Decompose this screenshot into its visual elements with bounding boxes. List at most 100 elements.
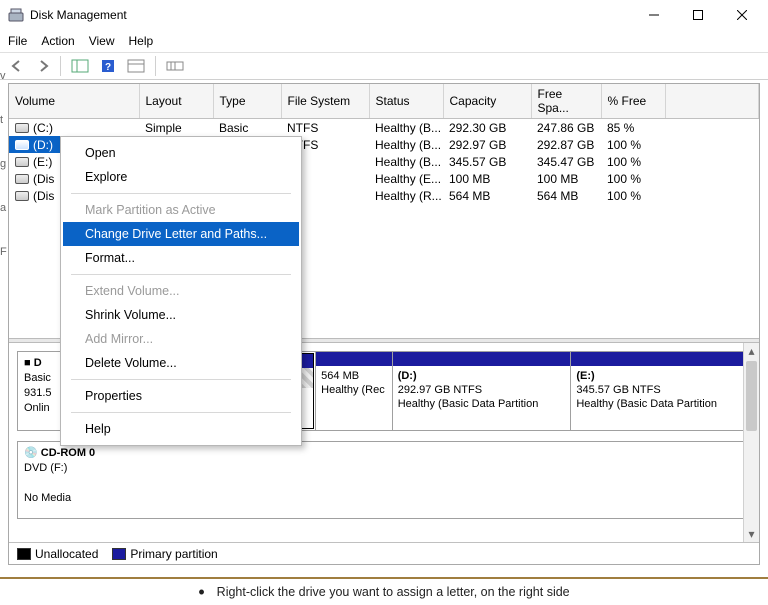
col-filesystem[interactable]: File System	[281, 84, 369, 119]
col-capacity[interactable]: Capacity	[443, 84, 531, 119]
cell-capacity: 345.57 GB	[443, 153, 531, 170]
volume-name: (E:)	[33, 155, 52, 169]
footer-hint: Right-click the drive you want to assign…	[0, 577, 768, 605]
cell-status: Healthy (B...	[369, 119, 443, 137]
ctx-help[interactable]: Help	[63, 417, 299, 441]
close-button[interactable]	[720, 0, 764, 30]
cdrom-header[interactable]: 💿 CD-ROM 0 DVD (F:) No Media	[18, 442, 750, 518]
cdrom-title: CD-ROM 0	[41, 447, 95, 459]
disk0-size: 931.5	[24, 387, 52, 399]
cell-capacity: 564 MB	[443, 187, 531, 204]
menu-file[interactable]: File	[8, 34, 27, 48]
cell-capacity: 292.30 GB	[443, 119, 531, 137]
ctx-delete-volume[interactable]: Delete Volume...	[63, 351, 299, 375]
cell-type: Basic	[213, 119, 281, 137]
disk-row-cdrom: 💿 CD-ROM 0 DVD (F:) No Media	[17, 441, 751, 519]
col-freespace[interactable]: Free Spa...	[531, 84, 601, 119]
drive-icon	[15, 123, 29, 133]
ctx-properties[interactable]: Properties	[63, 384, 299, 408]
toolbar-separator	[60, 56, 61, 76]
col-percentfree[interactable]: % Free	[601, 84, 665, 119]
volume-name: (Dis	[33, 172, 54, 186]
app-icon	[8, 7, 24, 23]
nav-back-button[interactable]	[6, 55, 28, 77]
partition-body: (E:)345.57 GB NTFSHealthy (Basic Data Pa…	[571, 366, 750, 430]
cdrom-line3: No Media	[24, 492, 71, 504]
cell-free: 292.87 GB	[531, 136, 601, 153]
cell-pct: 100 %	[601, 170, 665, 187]
ctx-separator	[71, 193, 291, 194]
ctx-extend-volume: Extend Volume...	[63, 279, 299, 303]
col-type[interactable]: Type	[213, 84, 281, 119]
partition-band	[571, 352, 750, 366]
toolbar: ?	[0, 52, 768, 80]
ctx-separator	[71, 274, 291, 275]
cell-pct: 85 %	[601, 119, 665, 137]
left-fragment: vtgaF	[0, 54, 8, 274]
partition[interactable]: (E:)345.57 GB NTFSHealthy (Basic Data Pa…	[571, 352, 750, 430]
volume-name: (C:)	[33, 121, 53, 135]
partition-body: (D:)292.97 GB NTFSHealthy (Basic Data Pa…	[393, 366, 571, 430]
cell-pct: 100 %	[601, 136, 665, 153]
cell-free: 564 MB	[531, 187, 601, 204]
ctx-mark-active: Mark Partition as Active	[63, 198, 299, 222]
col-volume[interactable]: Volume	[9, 84, 139, 119]
context-menu: Open Explore Mark Partition as Active Ch…	[60, 136, 302, 446]
col-status[interactable]: Status	[369, 84, 443, 119]
window-title: Disk Management	[30, 8, 632, 22]
nav-forward-button[interactable]	[32, 55, 54, 77]
drive-icon	[15, 157, 29, 167]
ctx-separator	[71, 379, 291, 380]
scroll-thumb[interactable]	[746, 361, 757, 431]
ctx-open[interactable]: Open	[63, 141, 299, 165]
cell-capacity: 100 MB	[443, 170, 531, 187]
vertical-scrollbar[interactable]: ▴ ▾	[743, 343, 759, 542]
volume-name: (D:)	[33, 138, 53, 152]
cell-fs: NTFS	[281, 119, 369, 137]
disk0-title: D	[34, 357, 42, 369]
drive-icon	[15, 174, 29, 184]
volume-name: (Dis	[33, 189, 54, 203]
disk0-type: Basic	[24, 372, 51, 384]
col-spacer	[665, 84, 759, 119]
svg-text:?: ?	[105, 62, 111, 73]
toolbar-help-icon[interactable]: ?	[97, 55, 119, 77]
table-row[interactable]: (C:)SimpleBasicNTFSHealthy (B...292.30 G…	[9, 119, 759, 137]
ctx-change-drive-letter[interactable]: Change Drive Letter and Paths...	[63, 222, 299, 246]
ctx-shrink-volume[interactable]: Shrink Volume...	[63, 303, 299, 327]
menu-bar: File Action View Help	[0, 30, 768, 52]
legend-primary-icon	[112, 548, 126, 560]
menu-action[interactable]: Action	[41, 34, 74, 48]
cell-status: Healthy (R...	[369, 187, 443, 204]
disk0-status: Onlin	[24, 402, 50, 414]
cell-pct: 100 %	[601, 187, 665, 204]
scroll-up-icon[interactable]: ▴	[744, 343, 759, 359]
partition[interactable]: 564 MBHealthy (Rec	[316, 352, 393, 430]
toolbar-refresh-icon[interactable]	[123, 55, 149, 77]
toolbar-show-hide-icon[interactable]	[67, 55, 93, 77]
maximize-button[interactable]	[676, 0, 720, 30]
cdrom-line2: DVD (F:)	[24, 462, 67, 474]
legend: Unallocated Primary partition	[9, 542, 759, 564]
drive-icon	[15, 191, 29, 201]
toolbar-separator	[155, 56, 156, 76]
cell-free: 247.86 GB	[531, 119, 601, 137]
partition-band	[316, 352, 392, 366]
cell-free: 100 MB	[531, 170, 601, 187]
legend-primary: Primary partition	[130, 547, 217, 561]
minimize-button[interactable]	[632, 0, 676, 30]
cell-capacity: 292.97 GB	[443, 136, 531, 153]
scroll-down-icon[interactable]: ▾	[744, 526, 759, 542]
partition[interactable]: (D:)292.97 GB NTFSHealthy (Basic Data Pa…	[393, 352, 572, 430]
menu-view[interactable]: View	[89, 34, 115, 48]
footer-text: Right-click the drive you want to assign…	[217, 585, 570, 599]
partition-body: 564 MBHealthy (Rec	[316, 366, 392, 430]
ctx-format[interactable]: Format...	[63, 246, 299, 270]
menu-help[interactable]: Help	[129, 34, 154, 48]
ctx-explore[interactable]: Explore	[63, 165, 299, 189]
toolbar-settings-icon[interactable]	[162, 55, 188, 77]
legend-unallocated-icon	[17, 548, 31, 560]
cell-status: Healthy (B...	[369, 136, 443, 153]
col-layout[interactable]: Layout	[139, 84, 213, 119]
ctx-add-mirror: Add Mirror...	[63, 327, 299, 351]
